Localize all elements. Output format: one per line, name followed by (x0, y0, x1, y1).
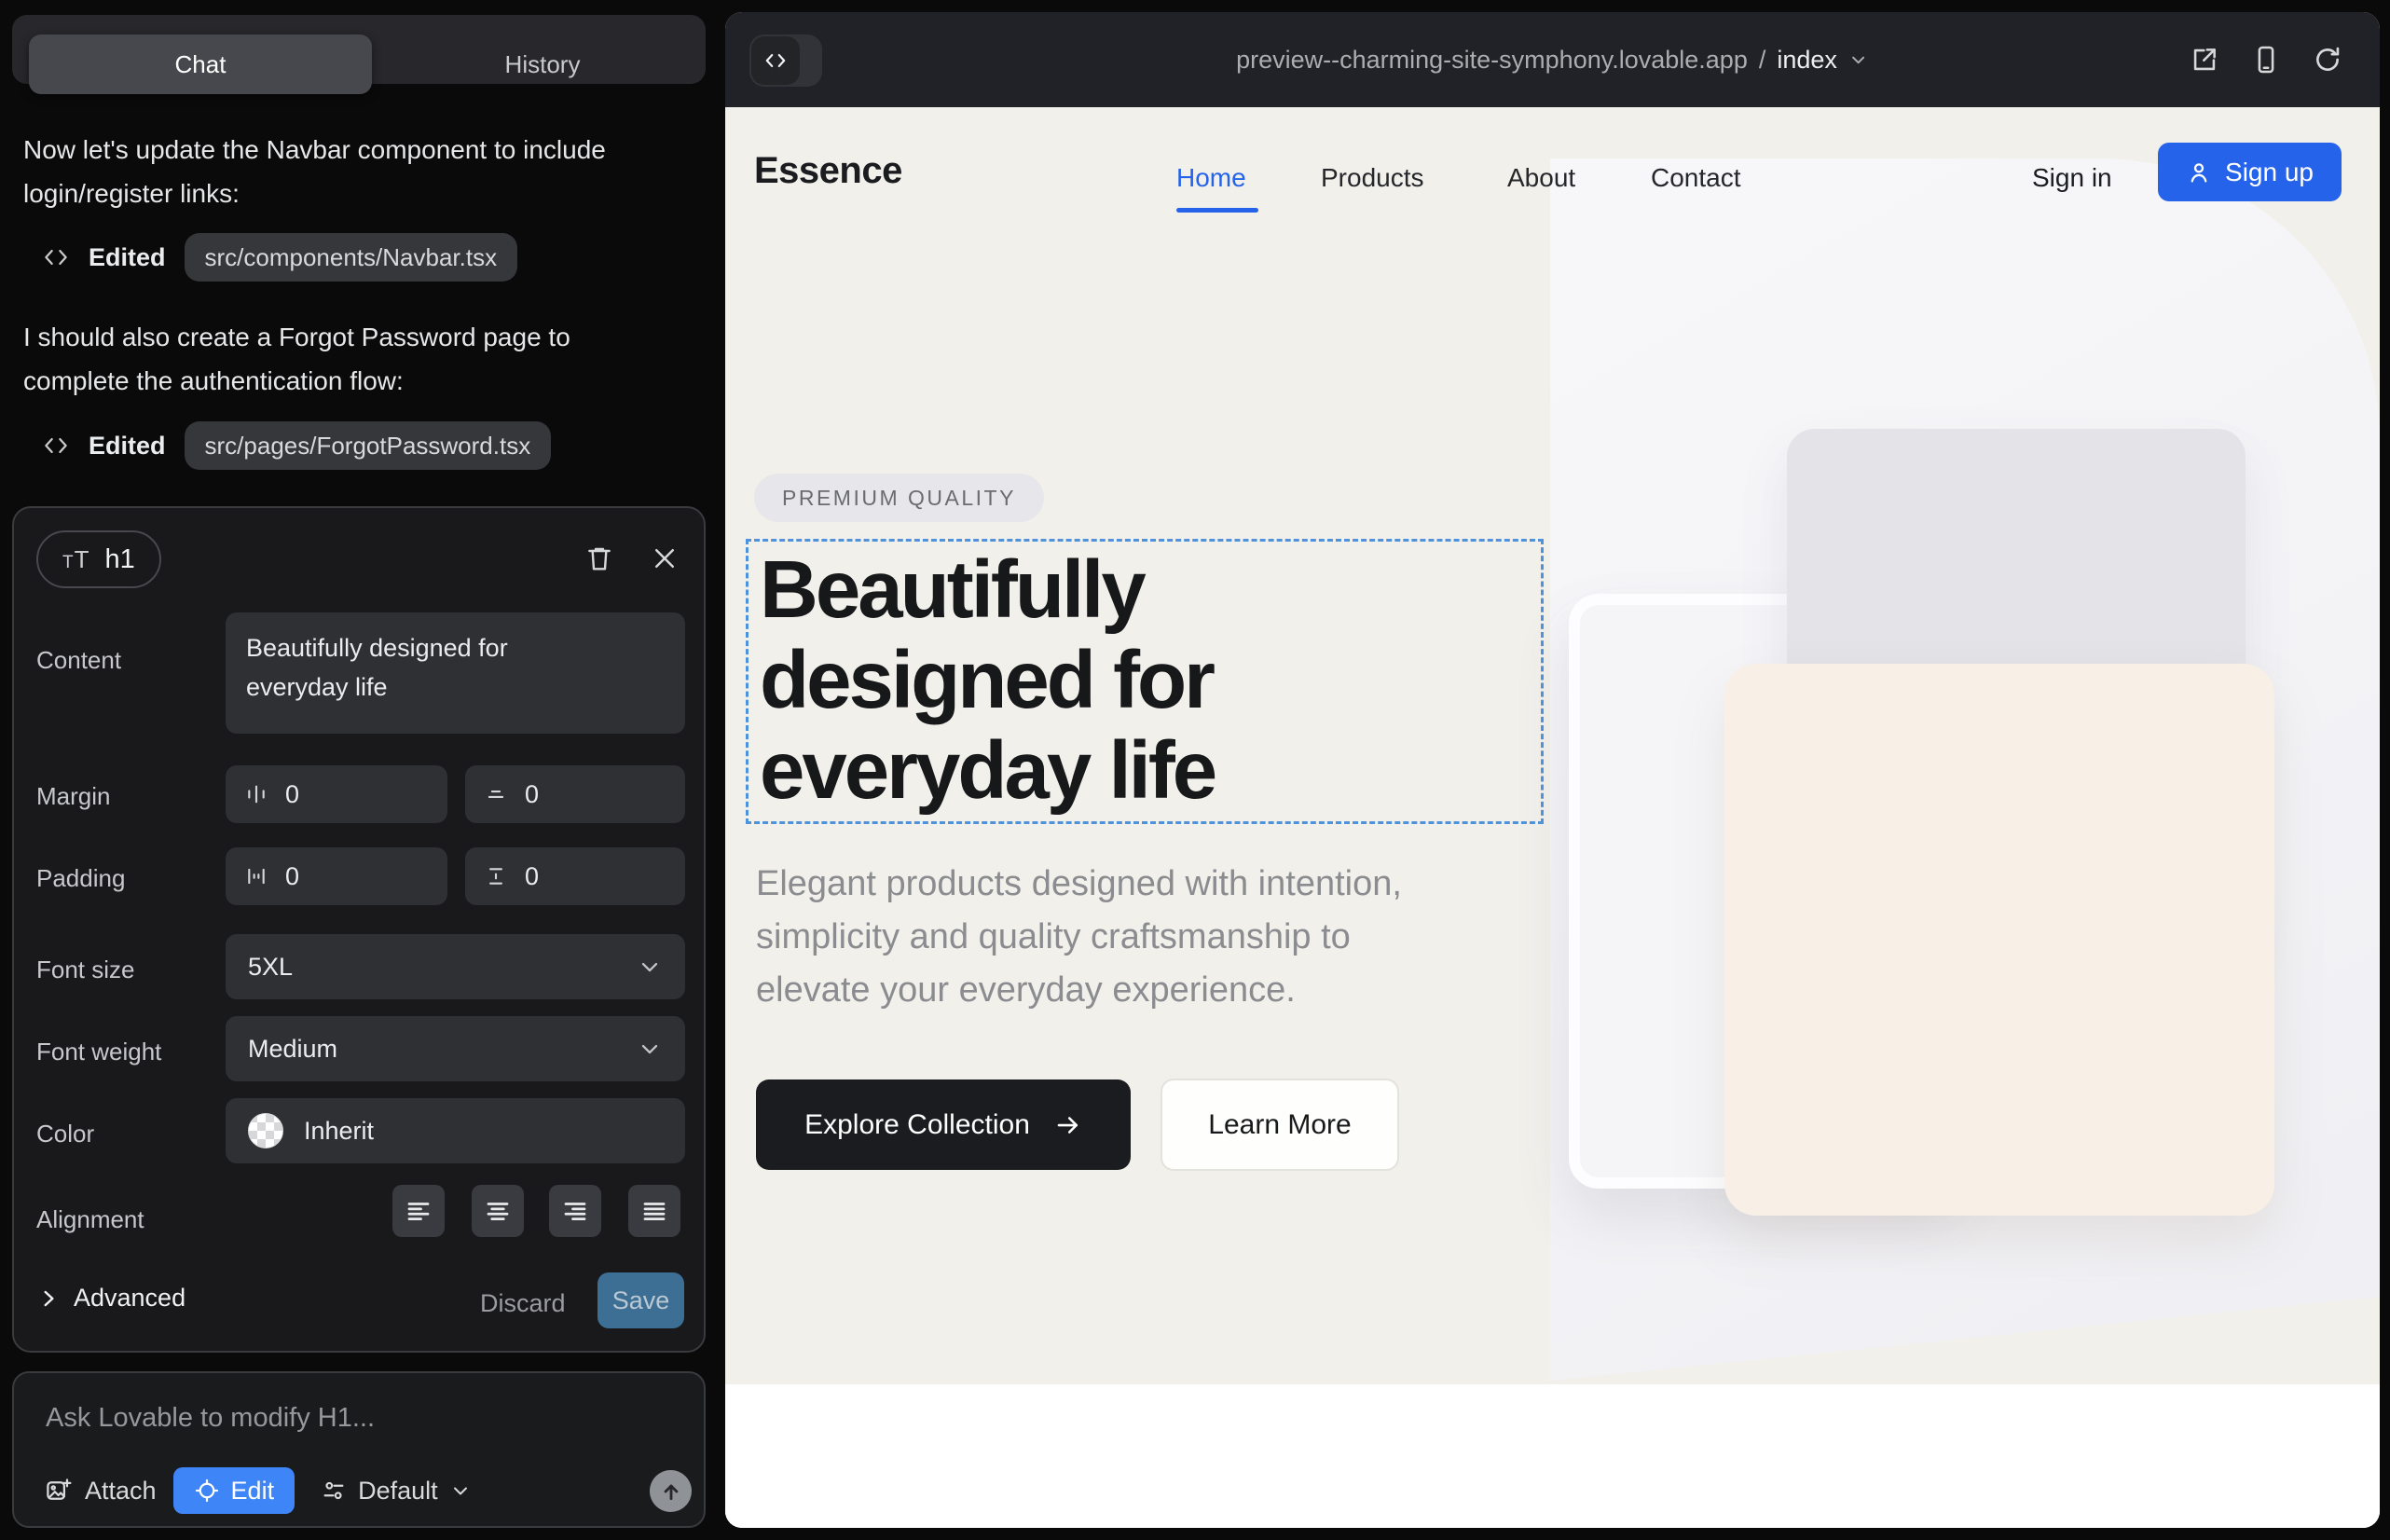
color-select[interactable]: Inherit (226, 1098, 685, 1163)
chat-history-tabs: Chat History (12, 15, 706, 84)
font-weight-label: Font weight (36, 1038, 161, 1066)
file-path-pill[interactable]: src/components/Navbar.tsx (185, 233, 518, 282)
decor-card-cream (1724, 664, 2274, 1216)
arrow-right-icon (1054, 1111, 1082, 1139)
active-nav-underline (1176, 208, 1258, 213)
padding-y-icon (484, 864, 508, 888)
nav-link-products[interactable]: Products (1321, 163, 1424, 193)
hero-headline[interactable]: Beautifully designed for everyday life (760, 544, 1215, 816)
chevron-down-icon (1848, 49, 1869, 70)
content-input[interactable]: Beautifully designed for everyday life (226, 612, 685, 734)
sign-in-link[interactable]: Sign in (2032, 163, 2112, 193)
url-page: index (1777, 46, 1837, 75)
delete-element-button[interactable] (581, 540, 618, 577)
align-right-button[interactable] (549, 1185, 601, 1237)
chevron-down-icon (637, 954, 663, 980)
margin-label: Margin (36, 782, 110, 811)
content-label: Content (36, 646, 121, 675)
code-icon (42, 432, 70, 460)
preview-toolbar: preview--charming-site-symphony.lovable.… (725, 12, 2380, 107)
chat-message: I should also create a Forgot Password p… (23, 315, 676, 403)
discard-button[interactable]: Discard (480, 1289, 566, 1318)
arrow-up-icon (659, 1479, 683, 1504)
image-attach-icon (44, 1477, 72, 1505)
explore-collection-button[interactable]: Explore Collection (756, 1079, 1131, 1170)
site-canvas: Essence Home Products About Contact Sign… (725, 107, 2380, 1528)
model-mode-select[interactable]: Default (321, 1477, 472, 1506)
code-icon (751, 36, 800, 85)
chevron-down-icon (637, 1036, 663, 1062)
code-preview-toggle[interactable] (749, 34, 822, 87)
mobile-view-icon[interactable] (2249, 43, 2283, 76)
selected-element-badge[interactable]: TT h1 (36, 530, 161, 588)
padding-y-input[interactable]: 0 (465, 847, 685, 905)
code-icon (42, 243, 70, 271)
margin-y-input[interactable]: 0 (465, 765, 685, 823)
alignment-label: Alignment (36, 1205, 144, 1234)
send-button[interactable] (650, 1470, 692, 1512)
open-in-new-window-icon[interactable] (2188, 43, 2221, 76)
attach-button[interactable]: Attach (44, 1477, 157, 1506)
sign-up-button[interactable]: Sign up (2158, 143, 2342, 201)
element-tag: h1 (105, 544, 135, 575)
advanced-toggle[interactable]: Advanced (36, 1284, 185, 1313)
edited-file-row[interactable]: Edited src/pages/ForgotPassword.tsx (42, 421, 551, 470)
site-logo[interactable]: Essence (754, 150, 902, 192)
padding-label: Padding (36, 864, 125, 893)
font-size-label: Font size (36, 956, 135, 984)
lovable-workspace: Chat History Now let's update the Navbar… (0, 0, 2390, 1540)
preview-url-dropdown[interactable]: preview--charming-site-symphony.lovable.… (1236, 12, 1869, 107)
chevron-right-icon (36, 1286, 61, 1311)
file-path-pill[interactable]: src/pages/ForgotPassword.tsx (185, 421, 552, 470)
padding-x-icon (244, 864, 268, 888)
padding-x-input[interactable]: 0 (226, 847, 447, 905)
nav-link-contact[interactable]: Contact (1651, 163, 1741, 193)
font-weight-select[interactable]: Medium (226, 1016, 685, 1081)
url-domain: preview--charming-site-symphony.lovable.… (1236, 46, 1748, 75)
margin-x-icon (244, 782, 268, 806)
tab-chat[interactable]: Chat (29, 34, 372, 94)
edit-mode-pill[interactable]: Edit (173, 1467, 295, 1514)
sliders-icon (321, 1478, 347, 1504)
color-swatch (248, 1113, 283, 1148)
chat-message: Now let's update the Navbar component to… (23, 128, 676, 215)
nav-link-home[interactable]: Home (1176, 163, 1246, 193)
color-label: Color (36, 1120, 94, 1148)
element-editor-panel: TT h1 Content Beautifully designed for e… (12, 506, 706, 1353)
align-justify-button[interactable] (628, 1185, 680, 1237)
align-center-button[interactable] (472, 1185, 524, 1237)
edited-label: Edited (89, 243, 166, 272)
next-section (725, 1384, 2380, 1528)
composer-input[interactable] (44, 1401, 663, 1446)
hero-subtext: Elegant products designed with intention… (756, 858, 1402, 1017)
preview-window: preview--charming-site-symphony.lovable.… (725, 12, 2380, 1528)
tab-history[interactable]: History (372, 34, 713, 94)
nav-link-about[interactable]: About (1507, 163, 1575, 193)
target-icon (194, 1478, 220, 1504)
edited-file-row[interactable]: Edited src/components/Navbar.tsx (42, 233, 517, 282)
premium-quality-badge: PREMIUM QUALITY (754, 474, 1044, 522)
align-left-button[interactable] (392, 1185, 445, 1237)
close-panel-icon[interactable] (646, 540, 683, 577)
margin-x-input[interactable]: 0 (226, 765, 447, 823)
chevron-down-icon (449, 1479, 472, 1502)
edited-label: Edited (89, 432, 166, 461)
refresh-icon[interactable] (2311, 43, 2344, 76)
save-button[interactable]: Save (598, 1272, 684, 1328)
learn-more-button[interactable]: Learn More (1161, 1079, 1399, 1171)
user-icon (2186, 159, 2212, 186)
margin-y-icon (484, 782, 508, 806)
chat-composer: Attach Edit Default (12, 1371, 706, 1528)
text-size-icon: TT (62, 545, 90, 574)
font-size-select[interactable]: 5XL (226, 934, 685, 999)
